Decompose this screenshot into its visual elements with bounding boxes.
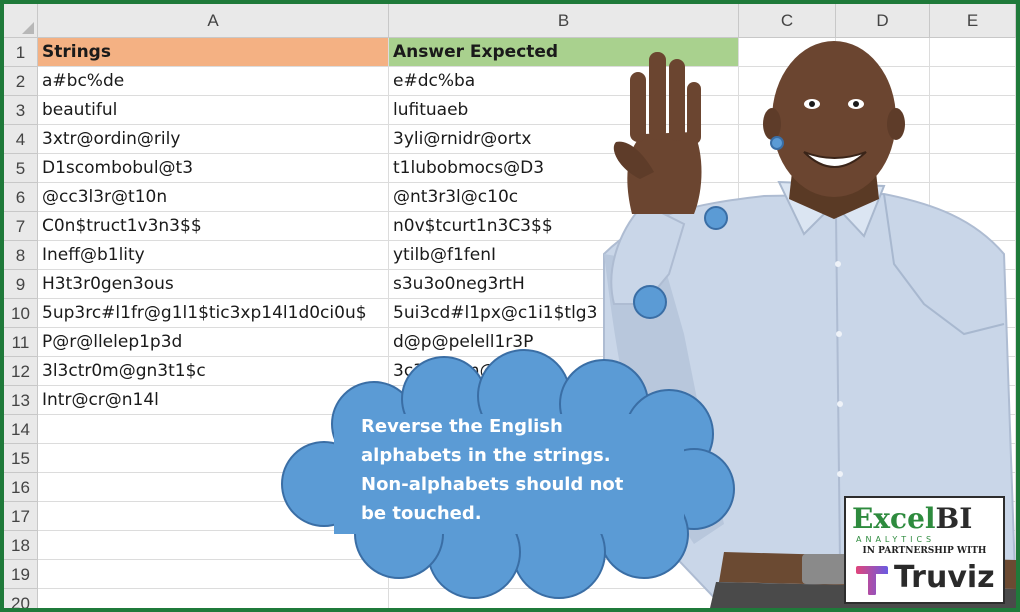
truviz-logo-icon xyxy=(856,566,888,595)
thought-dot-large xyxy=(633,285,667,319)
partner-name: Truviz xyxy=(894,560,995,595)
excelbi-truviz-logo: ExcelBI ANALYTICS IN PARTNERSHIP WITH Tr… xyxy=(844,496,1005,604)
partnership-label: IN PARTNERSHIP WITH xyxy=(862,546,987,556)
brand-tagline: ANALYTICS xyxy=(856,535,936,544)
thought-bubble-text: Reverse the English alphabets in the str… xyxy=(361,416,624,524)
thought-dot-medium xyxy=(704,206,728,230)
thought-dot-small xyxy=(770,136,784,150)
brand-logo-text: ExcelBI xyxy=(852,502,973,535)
spreadsheet-window: ABCDE 1 Strings Answer Expected 2 a#bc%de e#d… xyxy=(4,4,1016,608)
